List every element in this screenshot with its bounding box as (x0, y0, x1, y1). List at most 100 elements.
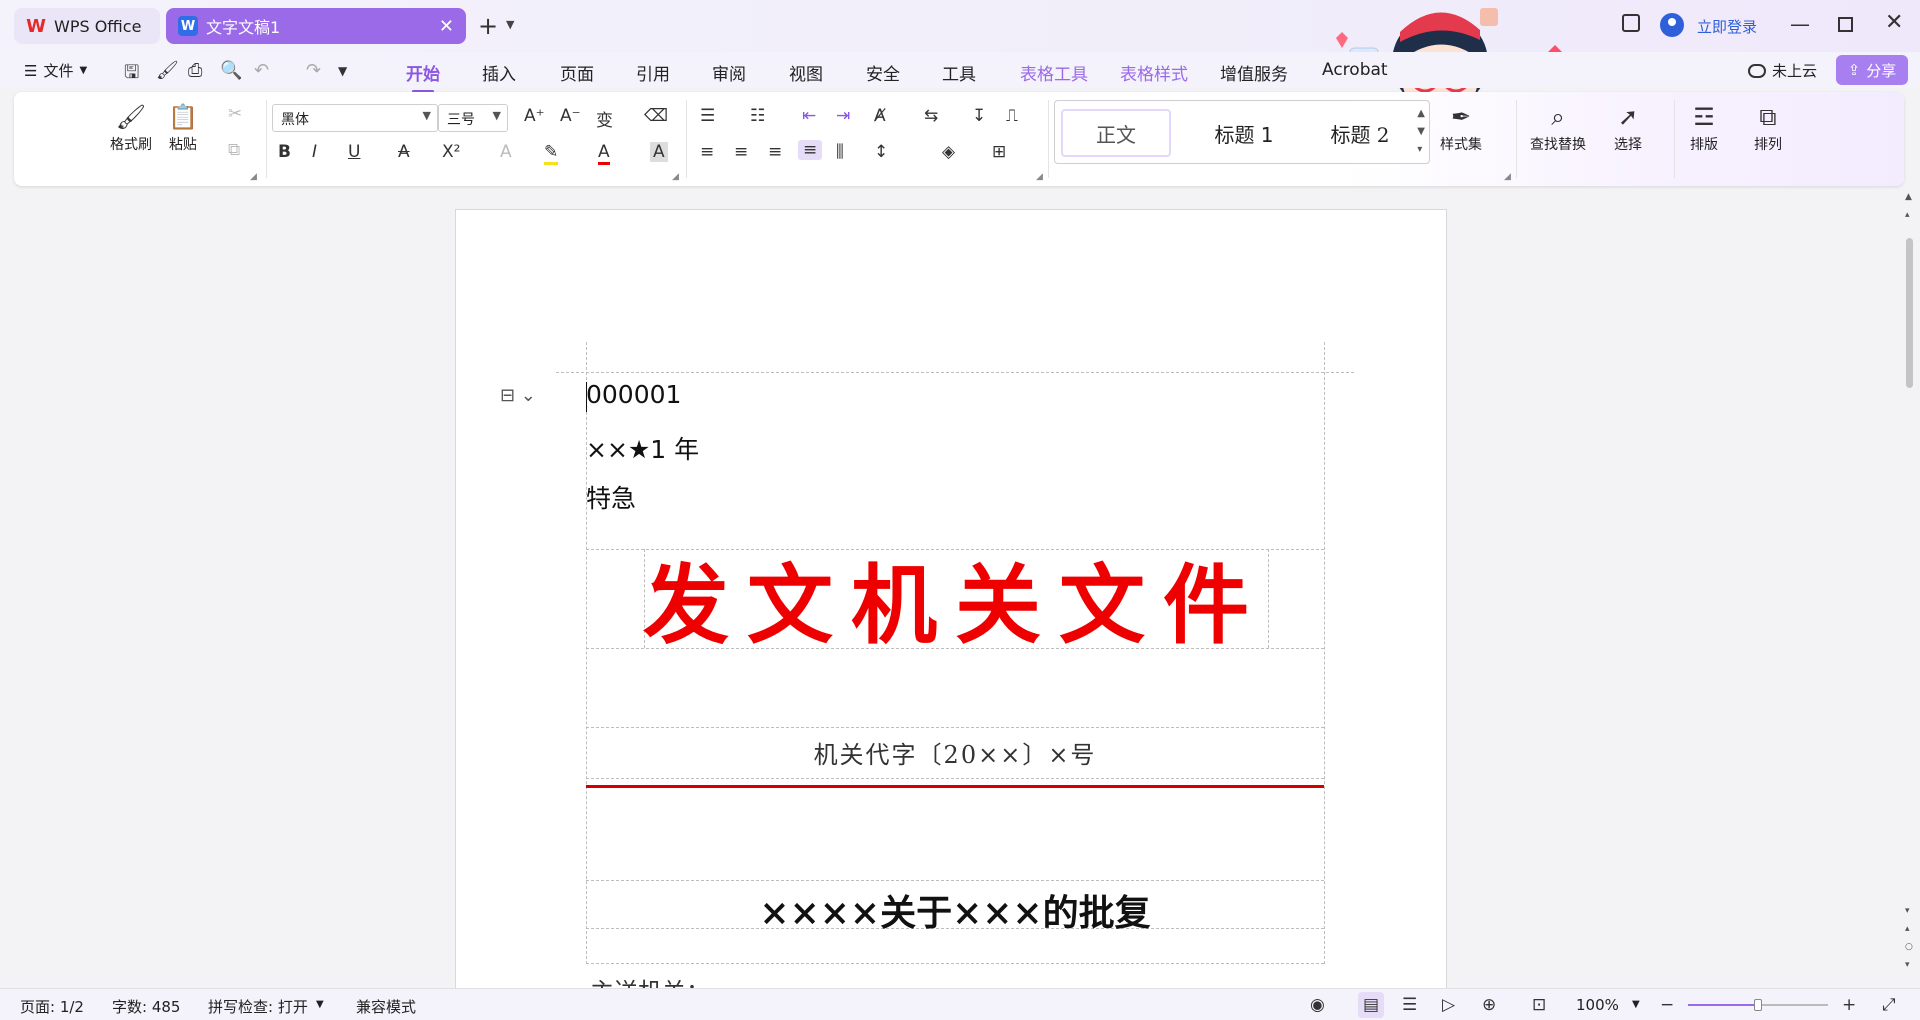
file-menu[interactable]: ☰ 文件 ▼ (24, 60, 87, 81)
sort-icon[interactable]: ⇆ (924, 106, 938, 126)
vertical-scrollbar[interactable]: ▲ ▴ ▾ ▴ ○ ▾ (1900, 192, 1920, 988)
format-painter-button[interactable]: 🖌 格式刷 (110, 100, 152, 154)
chevron-down-icon[interactable]: ▼ (316, 999, 324, 1010)
save-icon[interactable]: 🖫 (124, 60, 139, 90)
zoom-slider-knob[interactable] (1754, 999, 1762, 1011)
doc-reference-number[interactable]: 机关代字〔20××〕×号 (586, 735, 1324, 770)
decrease-indent-icon[interactable]: ⇤ (802, 106, 816, 126)
font-size-select[interactable]: 三号 ▼ (438, 104, 508, 132)
tab-acrobat[interactable]: Acrobat (1322, 60, 1388, 80)
distributed-icon[interactable]: ⫼ (836, 142, 844, 162)
tab-home[interactable]: 开始 (406, 60, 440, 93)
text-direction-icon[interactable]: Ⱥ (874, 106, 886, 126)
char-shading-icon[interactable]: A (650, 142, 668, 162)
word-count[interactable]: 字数: 485 (112, 996, 180, 1017)
style-heading-2[interactable]: 标题 2 (1305, 109, 1415, 157)
tab-page[interactable]: 页面 (560, 60, 594, 85)
cloud-status[interactable]: 未上云 (1748, 60, 1817, 81)
window-tile-icon[interactable] (1622, 14, 1640, 32)
print-icon[interactable]: ⎙ (188, 60, 202, 81)
page-indicator[interactable]: 页面: 1/2 (20, 996, 84, 1017)
redo-icon[interactable]: ↷ (306, 60, 321, 81)
tab-review[interactable]: 审阅 (712, 60, 746, 85)
show-marks-icon[interactable]: ⎍ (1006, 106, 1018, 126)
close-window-icon[interactable]: ✕ (1885, 10, 1903, 35)
shading-icon[interactable]: ◈ (942, 142, 955, 162)
tab-view[interactable]: 视图 (789, 60, 823, 85)
outline-view-icon[interactable]: ☰ (1402, 995, 1417, 1015)
scrollbar-thumb[interactable] (1906, 238, 1913, 388)
tab-references[interactable]: 引用 (636, 60, 670, 85)
arrange-button[interactable]: ⧉ 排列 (1754, 100, 1782, 154)
tab-value-added[interactable]: 增值服务 (1220, 60, 1288, 85)
restore-window-icon[interactable] (1838, 17, 1853, 32)
gallery-scroll-arrows[interactable]: ▲ ▼ ▾ (1417, 105, 1425, 159)
dialog-launcher-icon[interactable]: ◢ (250, 172, 257, 182)
prev-page-icon[interactable]: ▴ (1905, 924, 1910, 934)
decrease-font-icon[interactable]: A⁻ (560, 106, 581, 126)
font-color-icon[interactable]: A (598, 142, 610, 165)
zoom-in-icon[interactable]: + (1842, 995, 1856, 1015)
chevron-down-icon[interactable]: ▼ (506, 18, 514, 31)
scroll-down-small-icon[interactable]: ▾ (1905, 906, 1910, 916)
highlight-icon[interactable]: ✎ (544, 142, 559, 165)
chevron-down-icon[interactable]: ▼ (1632, 999, 1640, 1010)
next-page-icon[interactable]: ▾ (1905, 960, 1910, 970)
style-heading-1[interactable]: 标题 1 (1189, 109, 1299, 157)
fit-page-icon[interactable]: ⊡ (1532, 995, 1546, 1015)
doc-reply-title[interactable]: ××××关于×××的批复 (586, 884, 1324, 936)
fullscreen-icon[interactable]: ⤢ (1882, 995, 1896, 1015)
share-button[interactable]: ⇪ 分享 (1836, 55, 1908, 85)
doc-serial-number[interactable]: 000001 (586, 380, 681, 409)
close-tab-icon[interactable]: ✕ (439, 16, 454, 37)
doc-urgency[interactable]: 特急 (586, 479, 636, 515)
play-icon[interactable]: ▷ (1442, 995, 1455, 1015)
italic-icon[interactable]: I (312, 142, 317, 162)
find-replace-button[interactable]: ⌕ 查找替换 (1530, 100, 1586, 154)
zoom-out-icon[interactable]: − (1660, 995, 1674, 1015)
browse-object-icon[interactable]: ○ (1905, 942, 1913, 952)
text-effect-icon[interactable]: A (500, 142, 512, 162)
dialog-launcher-icon[interactable]: ◢ (672, 172, 679, 182)
tab-table-style[interactable]: 表格样式 (1120, 60, 1188, 85)
clear-format-icon[interactable]: ⌫ (644, 106, 668, 126)
table-move-handle-icon[interactable]: ⊟ ⌄ (500, 385, 536, 406)
quick-access-more-icon[interactable]: ▼ (338, 64, 347, 78)
cut-icon[interactable]: ✂ (228, 104, 242, 124)
style-normal[interactable]: 正文 (1061, 109, 1171, 157)
scroll-up-icon[interactable]: ▲ (1905, 192, 1912, 202)
tab-tools[interactable]: 工具 (942, 60, 976, 85)
numbering-icon[interactable]: ☷ (750, 106, 765, 126)
select-button[interactable]: ➚ 选择 (1614, 100, 1642, 154)
tab-table-tools[interactable]: 表格工具 (1020, 60, 1088, 85)
tab-security[interactable]: 安全 (866, 60, 900, 85)
undo-icon[interactable]: ↶ (254, 60, 269, 81)
copy-icon[interactable]: ⧉ (228, 140, 240, 160)
minimize-icon[interactable]: — (1790, 12, 1810, 36)
borders-icon[interactable]: ⊞ (992, 142, 1006, 162)
line-sort-icon[interactable]: ↧ (972, 106, 986, 126)
user-avatar-icon[interactable] (1660, 13, 1684, 37)
align-left-icon[interactable]: ≡ (700, 142, 714, 162)
new-tab-icon[interactable]: + (478, 12, 498, 40)
superscript-icon[interactable]: X² (442, 142, 460, 162)
bullets-icon[interactable]: ☰ (700, 106, 715, 126)
paste-button[interactable]: 📋 粘贴 (168, 100, 198, 154)
doc-secret-level[interactable]: ××★1 年 (586, 430, 699, 466)
underline-icon[interactable]: U (348, 142, 360, 162)
tab-insert[interactable]: 插入 (482, 60, 516, 85)
print-preview-icon[interactable]: 🔍 (220, 60, 242, 81)
scroll-up-small-icon[interactable]: ▴ (1905, 210, 1910, 220)
style-set-button[interactable]: ✒ 样式集 (1440, 100, 1482, 154)
tab-wps-office[interactable]: W WPS Office (14, 8, 160, 44)
font-name-select[interactable]: 黑体 ▼ (272, 104, 438, 132)
eye-protect-icon[interactable]: ◉ (1310, 995, 1325, 1015)
dialog-launcher-icon[interactable]: ◢ (1036, 172, 1043, 182)
format-brush-quick-icon[interactable]: 🖌 (156, 60, 179, 81)
tab-document[interactable]: W 文字文稿1 ✕ (166, 8, 466, 44)
dialog-launcher-icon[interactable]: ◢ (1504, 172, 1511, 182)
login-link[interactable]: 立即登录 (1697, 16, 1757, 37)
bold-icon[interactable]: B (278, 142, 291, 162)
spell-check-status[interactable]: 拼写检查: 打开 (208, 996, 308, 1017)
justify-icon[interactable]: ≡ (798, 140, 823, 160)
